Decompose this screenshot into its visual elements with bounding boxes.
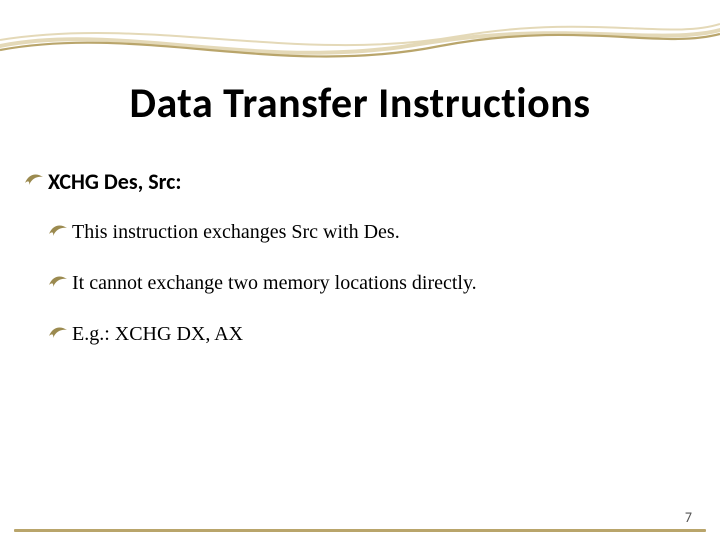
- decorative-top-wave: [0, 0, 720, 80]
- bullet-level1: XCHG Des, Src:: [24, 168, 696, 195]
- slide-title: Data Transfer Instructions: [0, 78, 720, 129]
- slide: Data Transfer Instructions XCHG Des, Src…: [0, 0, 720, 540]
- swish-bullet-icon: [48, 323, 68, 341]
- bullet-text: It cannot exchange two memory locations …: [72, 272, 477, 294]
- bullet-level2: It cannot exchange two memory locations …: [48, 270, 696, 297]
- slide-content: XCHG Des, Src: This instruction exchange…: [24, 168, 696, 372]
- bullet-text: This instruction exchanges Src with Des.: [72, 221, 400, 243]
- bullet-level2: This instruction exchanges Src with Des.: [48, 219, 696, 246]
- bullet-level2: E.g.: XCHG DX, AX: [48, 321, 696, 348]
- swish-bullet-icon: [48, 221, 68, 239]
- decorative-bottom-rule: [14, 529, 706, 532]
- page-number: 7: [681, 509, 696, 526]
- bullet-text: XCHG Des, Src:: [48, 168, 181, 195]
- bullet-text: E.g.: XCHG DX, AX: [72, 323, 243, 345]
- swish-bullet-icon: [48, 272, 68, 290]
- swish-bullet-icon: [24, 170, 44, 188]
